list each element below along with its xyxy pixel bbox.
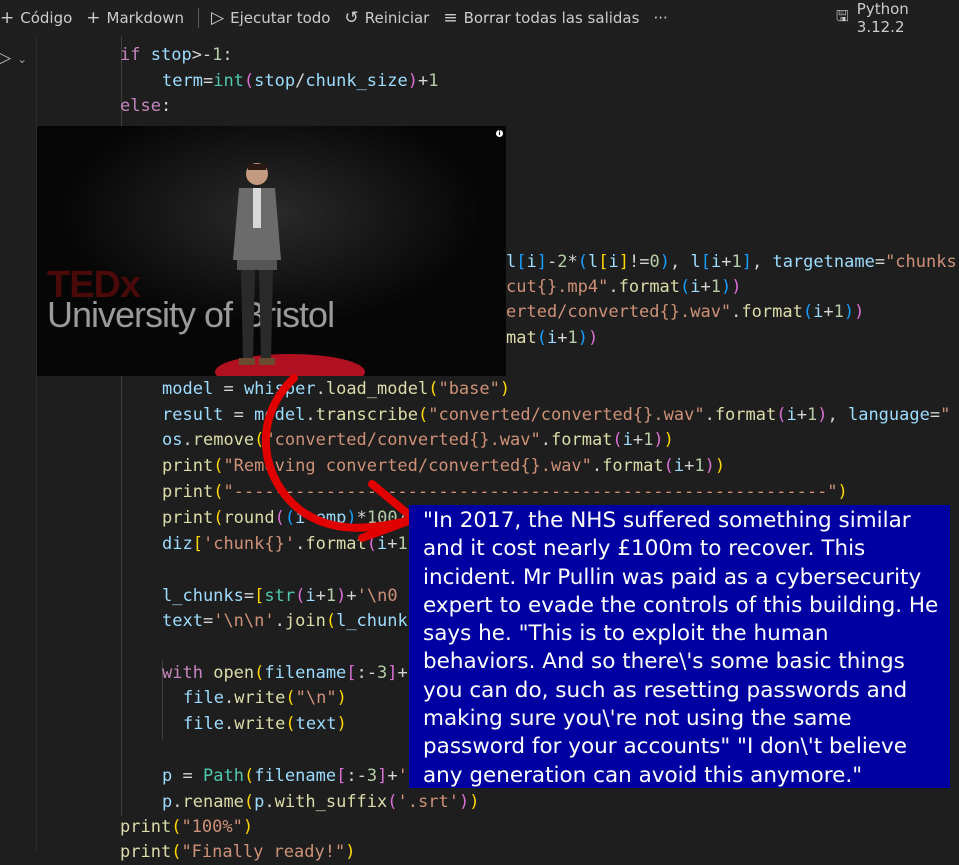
speaker-figure: [233, 163, 281, 365]
code-line: print("Removing converted/converted{}.wa…: [162, 456, 726, 476]
code-line: text='\n\n'.join(l_chunk: [162, 611, 408, 631]
code-line: l[i]-2*(l[i]!=0), l[i+1], targetname="ch…: [506, 252, 957, 272]
add-markdown-cell-button[interactable]: + Markdown: [86, 8, 184, 28]
run-all-button[interactable]: ▷ Ejecutar todo: [211, 8, 330, 28]
code-line: print("Finally ready!"): [120, 842, 356, 862]
clear-outputs-button[interactable]: ≡ Borrar todas las salidas: [443, 8, 639, 28]
code-line: with open(filename[:-3]+: [162, 663, 408, 683]
code-line: term=int(stop/chunk_size)+1: [162, 71, 439, 91]
clear-all-icon: ≡: [443, 8, 458, 28]
code-editor[interactable]: if stop>-1: term=int(stop/chunk_size)+1 …: [0, 0, 957, 862]
more-label: ···: [653, 9, 668, 27]
code-line: p.rename(p.with_suffix('.srt')): [162, 792, 480, 812]
markdown-label: Markdown: [106, 9, 185, 27]
code-line: print(round((i-emp)*100/: [162, 508, 408, 528]
code-line: if stop>-1:: [120, 45, 233, 65]
code-line: l_chunks=[str(i+1)+'\n0: [162, 586, 398, 606]
code-line: cut{}.mp4".format(i+1)): [506, 277, 742, 297]
clear-outputs-label: Borrar todas las salidas: [463, 9, 640, 27]
code-line: p = Path(filename[:-3]+': [162, 766, 408, 786]
code-line: file.write("\n"): [183, 688, 347, 708]
subtitle-box: "In 2017, the NHS suffered something sim…: [409, 505, 950, 788]
notebook-toolbar: + Código + Markdown ▷ Ejecutar todo ↺ Re…: [0, 0, 959, 36]
code-line: else:: [120, 96, 172, 116]
code-label: Código: [20, 9, 73, 27]
info-icon[interactable]: i: [496, 130, 503, 137]
video-player[interactable]: TEDx University of Bristol i: [37, 126, 506, 376]
toolbar-divider: [198, 8, 200, 28]
code-line: result = model.transcribe("converted/con…: [162, 405, 951, 425]
code-line: os.remove("converted/converted{}.wav".fo…: [162, 430, 674, 450]
code-line: mat(i+1)): [506, 328, 599, 348]
code-line: file.write(text): [183, 714, 347, 734]
subtitle-text: "In 2017, the NHS suffered something sim…: [423, 508, 939, 788]
code-line: model = whisper.load_model("base"): [162, 379, 511, 399]
code-line: print("100%"): [120, 817, 254, 837]
code-line: print("---------------------------------…: [162, 482, 848, 502]
restart-button[interactable]: ↺ Reiniciar: [345, 8, 430, 28]
run-all-icon: ▷: [211, 8, 225, 28]
more-actions-button[interactable]: ···: [653, 9, 667, 27]
kernel-picker[interactable]: 🖫 Python 3.12.2: [836, 0, 959, 36]
plus-icon: +: [86, 8, 101, 28]
code-line: diz['chunk{}'.format(i+1: [162, 534, 408, 554]
run-all-label: Ejecutar todo: [230, 9, 331, 27]
restart-icon: ↺: [344, 8, 359, 28]
restart-label: Reiniciar: [364, 9, 430, 27]
code-line: erted/converted{}.wav".format(i+1)): [506, 302, 865, 322]
kernel-icon: 🖫: [836, 6, 849, 25]
kernel-label: Python 3.12.2: [856, 0, 909, 36]
